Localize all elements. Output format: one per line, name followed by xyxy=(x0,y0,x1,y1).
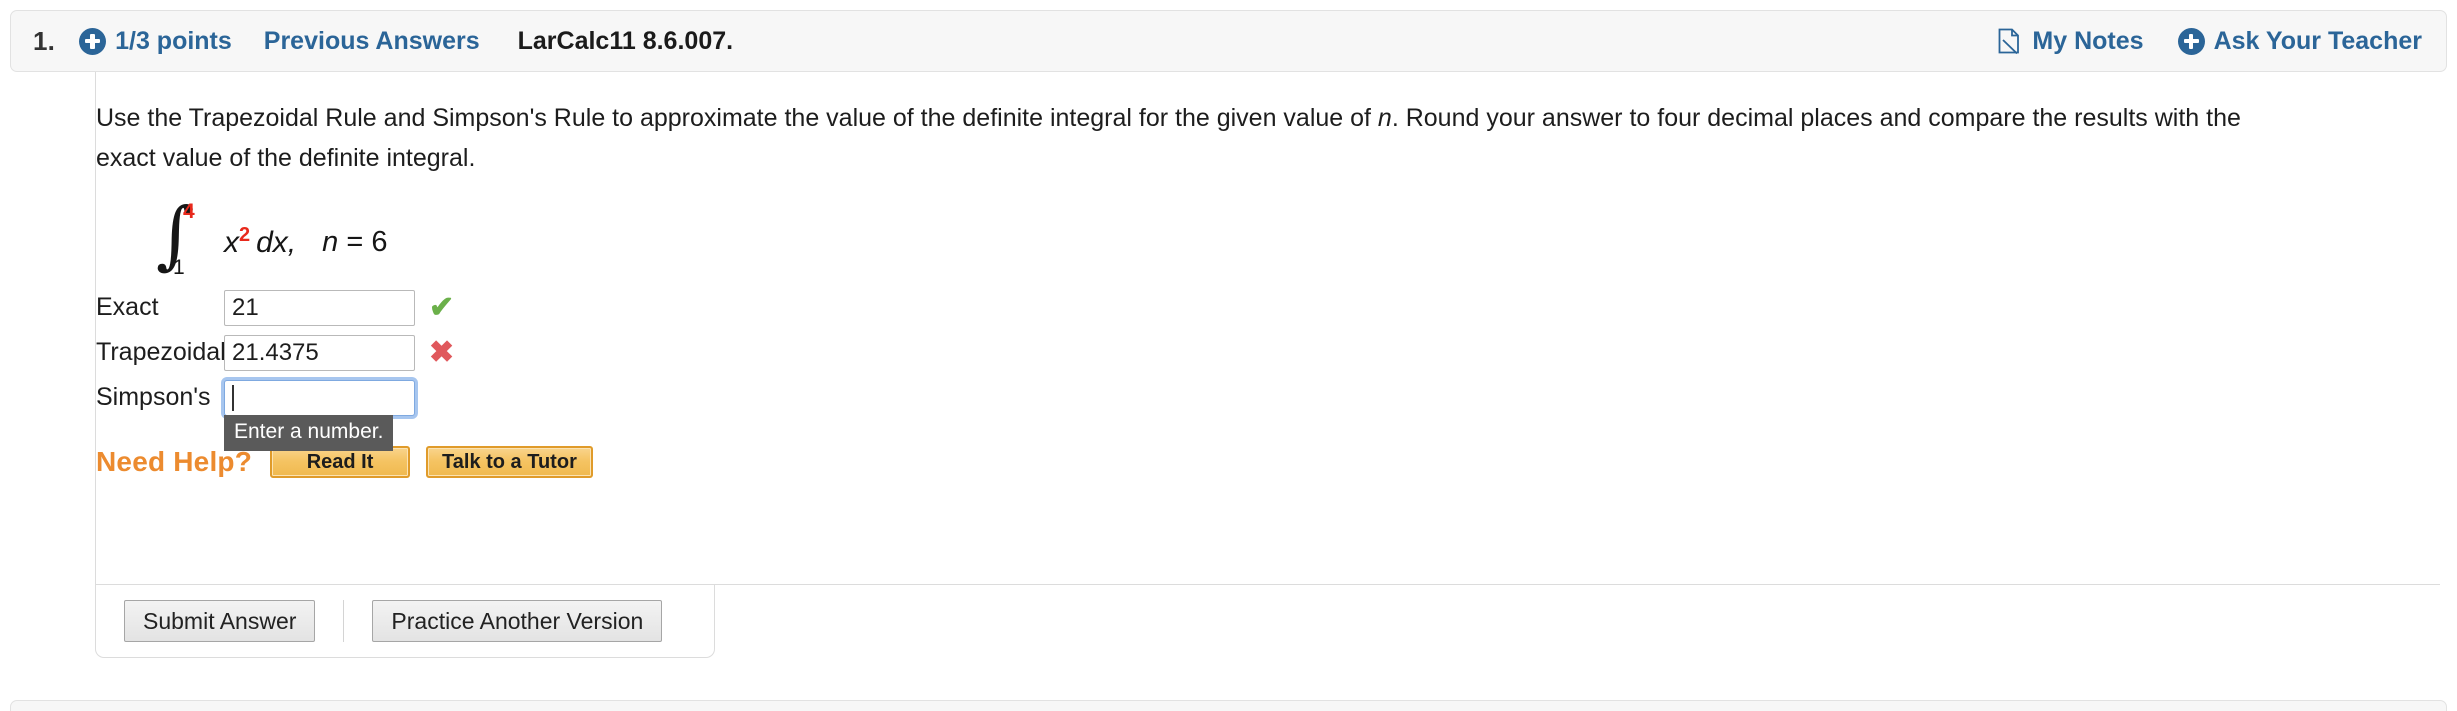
n-symbol: n xyxy=(322,225,339,258)
question-number: 1. xyxy=(33,25,56,56)
button-divider xyxy=(343,600,345,642)
plus-circle-icon-teacher xyxy=(2177,27,2205,55)
talk-to-a-tutor-button[interactable]: Talk to a Tutor xyxy=(426,446,593,478)
previous-answers-link[interactable]: Previous Answers xyxy=(264,27,480,56)
header-right-group: My Notes Ask Your Teacher xyxy=(1998,27,2422,56)
text-caret xyxy=(232,384,234,411)
points-link[interactable]: 1/3 points xyxy=(115,27,232,56)
prompt-variable-n: n xyxy=(1377,104,1392,132)
question-page: 1. 1/3 points Previous Answers LarCalc11… xyxy=(0,0,2457,711)
differential: dx, xyxy=(256,226,297,259)
integral-upper-limit: 4 xyxy=(183,200,195,223)
incorrect-cross-icon: ✖ xyxy=(429,335,455,369)
question-header-bar: 1. 1/3 points Previous Answers LarCalc11… xyxy=(10,10,2447,72)
my-notes-link[interactable]: My Notes xyxy=(2032,27,2143,56)
exact-input[interactable] xyxy=(224,289,415,326)
header-left-group: 1. 1/3 points Previous Answers LarCalc11… xyxy=(33,26,1998,57)
submit-answer-button[interactable]: Submit Answer xyxy=(124,600,316,642)
integrand-exponent: 2 xyxy=(239,224,251,246)
question-prompt: Use the Trapezoidal Rule and Simpson's R… xyxy=(96,98,2276,178)
trapezoidal-input[interactable] xyxy=(224,334,415,371)
note-page-icon xyxy=(1998,28,2020,55)
correct-check-icon: ✔ xyxy=(429,290,455,324)
n-equals-value: = 6 xyxy=(338,225,388,258)
next-question-header-strip xyxy=(10,700,2447,711)
answer-label-exact: Exact xyxy=(96,293,159,321)
integrand: x2 dx, xyxy=(224,224,296,260)
practice-another-version-button[interactable]: Practice Another Version xyxy=(372,600,663,642)
answer-label-trapezoidal: Trapezoidal xyxy=(96,338,226,366)
integral-lower-limit: 1 xyxy=(173,256,185,279)
answer-label-simpsons: Simpson's xyxy=(96,383,211,411)
ask-your-teacher-link[interactable]: Ask Your Teacher xyxy=(2214,27,2422,56)
simpsons-input-wrapper xyxy=(224,379,415,416)
integral-expression: ∫ 4 1 x2 dx, n = 6 xyxy=(156,198,387,279)
answer-rows: Exact ✔ Trapezoidal ✖ Simpson's Enter a … xyxy=(96,289,696,451)
n-value: n = 6 xyxy=(322,226,387,259)
plus-circle-icon xyxy=(79,27,107,55)
validation-tooltip: Enter a number. xyxy=(224,415,394,451)
answer-row-exact: Exact ✔ xyxy=(96,289,696,326)
integrand-base: x xyxy=(224,226,239,259)
prompt-text-part1: Use the Trapezoidal Rule and Simpson's R… xyxy=(96,104,1378,132)
answer-row-simpsons: Simpson's xyxy=(96,379,696,416)
integral-symbol-group: ∫ 4 1 xyxy=(156,198,214,279)
module-code-label: LarCalc11 8.6.007. xyxy=(517,26,734,55)
answer-row-trapezoidal: Trapezoidal ✖ xyxy=(96,334,696,371)
simpsons-input[interactable] xyxy=(224,379,415,416)
submit-card: Submit Answer Practice Another Version xyxy=(95,585,715,658)
